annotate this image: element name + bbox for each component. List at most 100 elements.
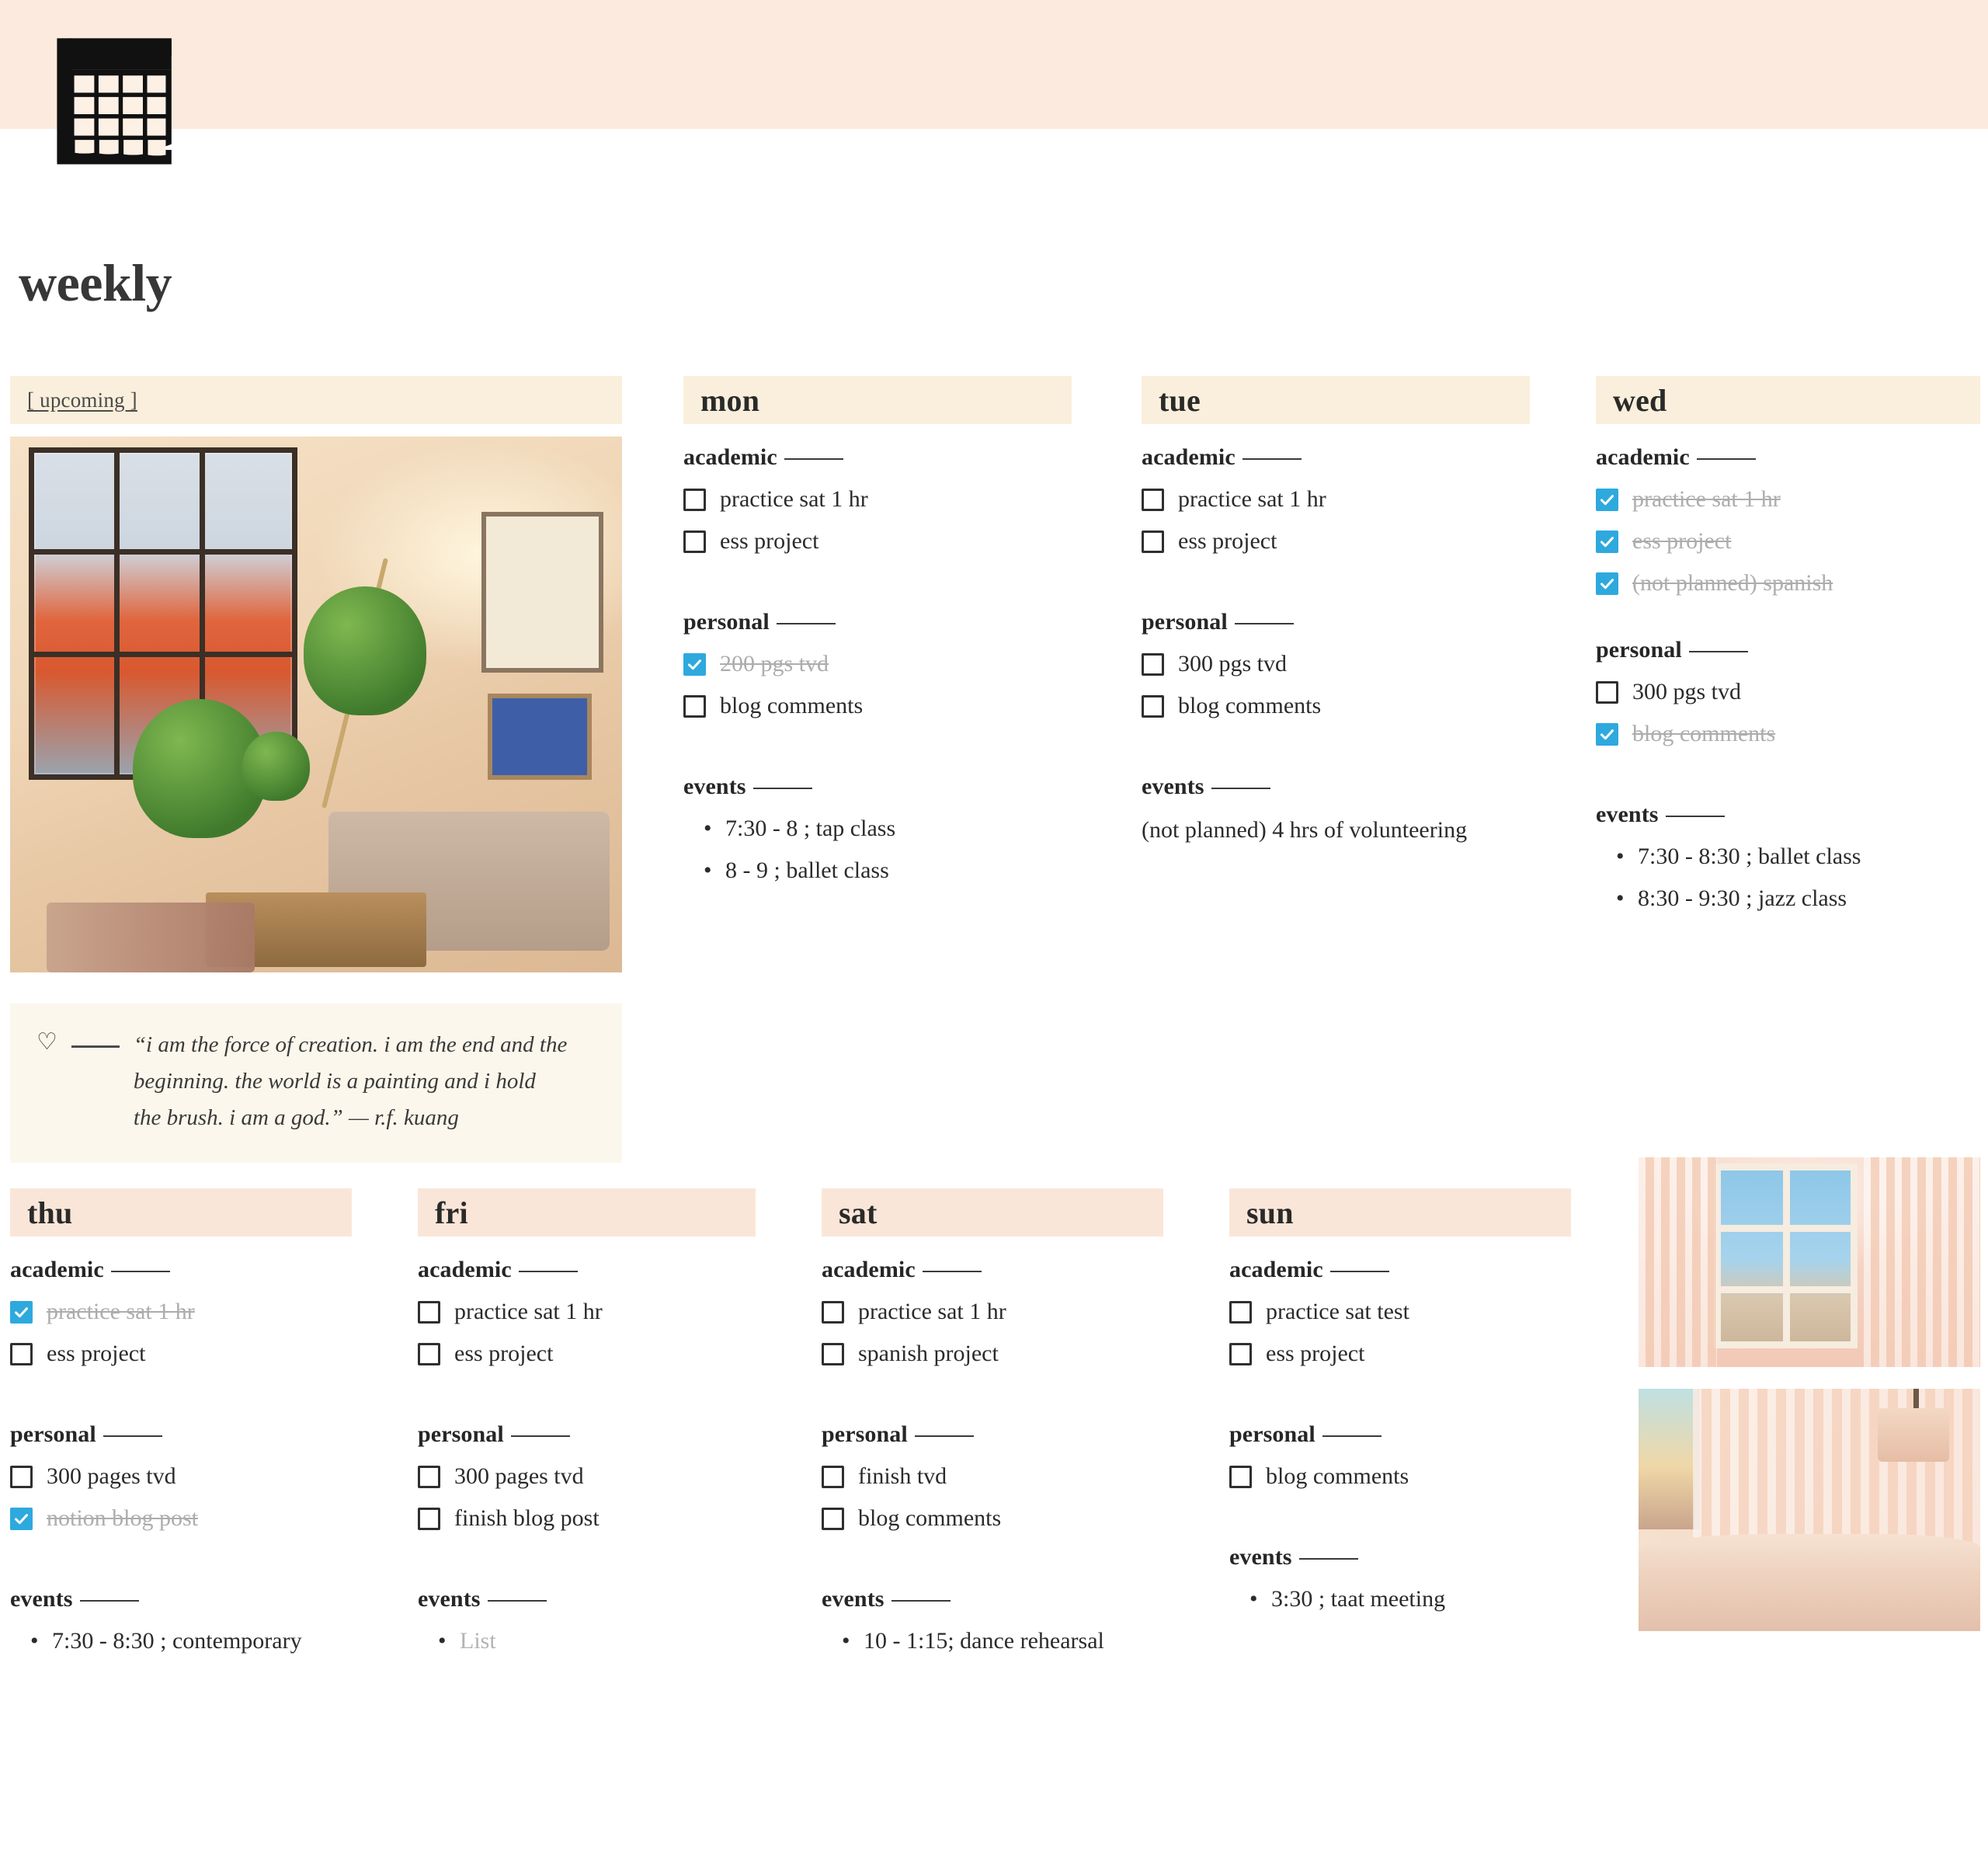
page-title: weekly [19, 253, 172, 312]
todo-item[interactable]: finish tvd [822, 1456, 1163, 1497]
section-rule [776, 622, 836, 624]
event-item[interactable]: 8:30 - 9:30 ; jazz class [1596, 878, 1980, 920]
checkbox-unchecked-icon[interactable] [1142, 488, 1164, 511]
gallery [1639, 1157, 1980, 1631]
checkbox-unchecked-icon[interactable] [1142, 530, 1164, 553]
checkbox-unchecked-icon[interactable] [10, 1342, 33, 1365]
checkbox-unchecked-icon[interactable] [418, 1465, 440, 1488]
photo-rug [47, 903, 255, 972]
event-item[interactable]: 7:30 - 8:30 ; contemporary [10, 1620, 352, 1662]
todo-item[interactable]: 300 pgs tvd [1142, 643, 1530, 685]
checkbox-unchecked-icon[interactable] [822, 1465, 844, 1488]
day-header-sun: sun [1229, 1188, 1571, 1237]
todo-item[interactable]: ess project [10, 1333, 352, 1375]
todo-item[interactable]: blog comments [822, 1497, 1163, 1539]
todo-item[interactable]: practice sat 1 hr [822, 1291, 1163, 1333]
todo-item[interactable]: blog comments [683, 685, 1072, 727]
event-item[interactable]: 7:30 - 8 ; tap class [683, 808, 1072, 850]
checkbox-unchecked-icon[interactable] [10, 1465, 33, 1488]
todo-item[interactable]: ess project [1229, 1333, 1571, 1375]
checkbox-checked-icon[interactable] [10, 1507, 33, 1530]
heart-icon: ♡ [36, 1029, 57, 1055]
checkbox-unchecked-icon[interactable] [1229, 1465, 1252, 1488]
todo-item[interactable]: blog comments [1596, 713, 1980, 755]
todo-item[interactable]: practice sat 1 hr [418, 1291, 756, 1333]
todo-item[interactable]: finish blog post [418, 1497, 756, 1539]
todo-item[interactable]: 300 pages tvd [418, 1456, 756, 1497]
quote-text: “i am the force of creation. i am the en… [133, 1032, 568, 1130]
section-label: events [1596, 802, 1659, 827]
checkbox-unchecked-icon[interactable] [683, 530, 706, 553]
todo-item[interactable]: ess project [1142, 520, 1530, 562]
todo-item[interactable]: notion blog post [10, 1497, 352, 1539]
section-personal-fri: personal [418, 1421, 756, 1448]
section-academic-thu: academic [10, 1257, 352, 1283]
todo-item[interactable]: practice sat 1 hr [10, 1291, 352, 1333]
checkbox-unchecked-icon[interactable] [418, 1300, 440, 1324]
checkbox-unchecked-icon[interactable] [1229, 1300, 1252, 1324]
section-rule [1242, 457, 1302, 460]
todo-item[interactable]: (not planned) spanish [1596, 562, 1980, 604]
checkbox-unchecked-icon[interactable] [1596, 680, 1618, 704]
checkbox-unchecked-icon[interactable] [1229, 1342, 1252, 1365]
event-item[interactable]: 8 - 9 ; ballet class [683, 850, 1072, 892]
checkbox-unchecked-icon[interactable] [683, 488, 706, 511]
checkbox-unchecked-icon[interactable] [683, 694, 706, 718]
todo-item[interactable]: 300 pages tvd [10, 1456, 352, 1497]
section-personal-wed: personal [1596, 637, 1980, 663]
section-rule [784, 457, 843, 460]
event-item[interactable]: (not planned) 4 hrs of volunteering [1142, 817, 1545, 844]
checkbox-checked-icon[interactable] [1596, 572, 1618, 595]
section-rule [1688, 650, 1748, 652]
event-item-placeholder[interactable]: List [418, 1620, 756, 1662]
todo-item[interactable]: ess project [1596, 520, 1980, 562]
todo-item[interactable]: blog comments [1229, 1456, 1571, 1497]
todo-label: practice sat test [1266, 1299, 1409, 1324]
gallery-photo-window [1639, 1157, 1980, 1367]
photo-sky-window [1639, 1389, 1701, 1529]
section-label: academic [1596, 444, 1690, 470]
checkbox-unchecked-icon[interactable] [418, 1507, 440, 1530]
checkbox-unchecked-icon[interactable] [1142, 694, 1164, 718]
section-rule [487, 1599, 547, 1602]
event-item[interactable]: 3:30 ; taat meeting [1229, 1578, 1571, 1620]
photo-bedding [1639, 1534, 1980, 1631]
checkbox-unchecked-icon[interactable] [418, 1342, 440, 1365]
photo-curtain-left [1639, 1157, 1718, 1367]
day-label-thu: thu [27, 1195, 73, 1230]
todo-item[interactable]: practice sat 1 hr [683, 478, 1072, 520]
checkbox-unchecked-icon[interactable] [822, 1342, 844, 1365]
section-label: academic [1229, 1257, 1323, 1282]
section-label: events [683, 774, 746, 799]
todo-item[interactable]: ess project [683, 520, 1072, 562]
section-label: academic [822, 1257, 916, 1282]
todo-item[interactable]: spanish project [822, 1333, 1163, 1375]
checkbox-checked-icon[interactable] [1596, 488, 1618, 511]
checkbox-checked-icon[interactable] [683, 652, 706, 676]
checkbox-checked-icon[interactable] [1596, 530, 1618, 553]
todo-label: 300 pages tvd [47, 1463, 176, 1489]
todo-item[interactable]: practice sat 1 hr [1596, 478, 1980, 520]
event-item[interactable]: 7:30 - 8:30 ; ballet class [1596, 836, 1980, 878]
todo-item[interactable]: blog comments [1142, 685, 1530, 727]
section-personal-thu: personal [10, 1421, 352, 1448]
section-rule [518, 1270, 578, 1272]
todo-item[interactable]: practice sat 1 hr [1142, 478, 1530, 520]
checkbox-checked-icon[interactable] [1596, 722, 1618, 746]
events-list: 3:30 ; taat meeting [1229, 1578, 1571, 1620]
todo-item[interactable]: 300 pgs tvd [1596, 671, 1980, 713]
todo-label: practice sat 1 hr [858, 1299, 1006, 1324]
section-label: personal [418, 1421, 504, 1447]
event-item[interactable]: 10 - 1:15; dance rehearsal [822, 1620, 1163, 1662]
checkbox-unchecked-icon[interactable] [1142, 652, 1164, 676]
day-column-tue: tue academic practice sat 1 hr ess proje… [1142, 376, 1530, 844]
todo-label: finish tvd [858, 1463, 947, 1489]
todo-item[interactable]: 200 pgs tvd [683, 643, 1072, 685]
todo-label: ess project [1266, 1341, 1365, 1366]
checkbox-checked-icon[interactable] [10, 1300, 33, 1324]
checkbox-unchecked-icon[interactable] [822, 1507, 844, 1530]
todo-item[interactable]: ess project [418, 1333, 756, 1375]
checkbox-unchecked-icon[interactable] [822, 1300, 844, 1324]
photo-plant-3 [242, 731, 311, 802]
todo-item[interactable]: practice sat test [1229, 1291, 1571, 1333]
